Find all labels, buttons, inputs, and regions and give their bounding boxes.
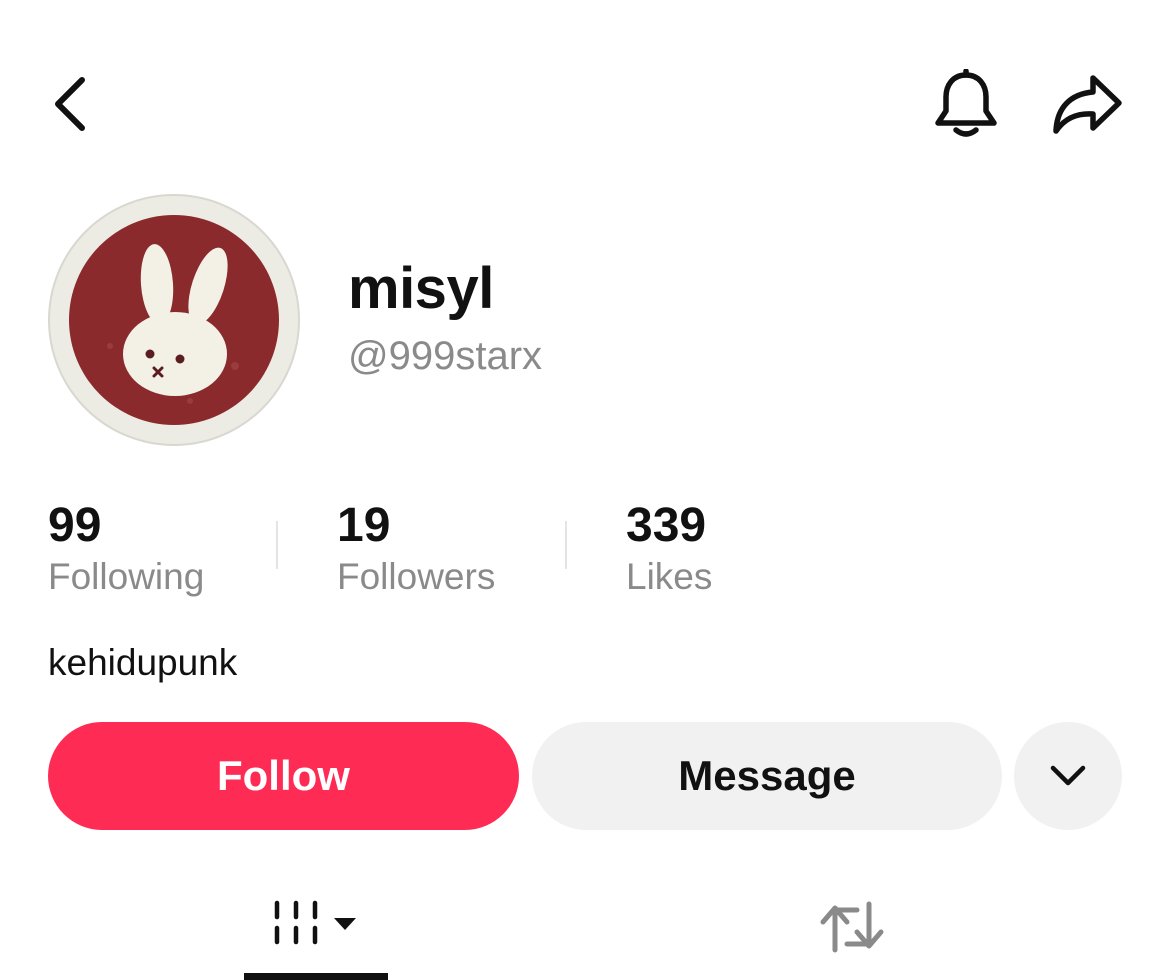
videos-grid-icon — [274, 900, 356, 945]
more-suggestions-button[interactable] — [1014, 722, 1122, 830]
chevron-left-icon — [55, 77, 85, 131]
likes-stat[interactable]: 339 Likes — [626, 500, 712, 599]
following-count: 99 — [48, 499, 102, 552]
share-button[interactable] — [1044, 64, 1130, 144]
following-label: Following — [48, 556, 205, 597]
caret-down-icon — [334, 918, 356, 930]
bunny-avatar-image — [69, 215, 279, 425]
tab-reposts[interactable] — [780, 874, 924, 980]
followers-stat[interactable]: 19 Followers — [337, 500, 495, 599]
tab-videos[interactable] — [244, 874, 388, 980]
display-name: misyl — [348, 256, 494, 321]
likes-count: 339 — [626, 499, 707, 552]
active-tab-indicator — [244, 973, 388, 980]
bio-text: kehidupunk — [48, 642, 238, 683]
follow-button[interactable]: Follow — [48, 722, 519, 830]
repost-icon — [820, 901, 884, 953]
avatar[interactable] — [48, 194, 300, 446]
following-stat[interactable]: 99 Following — [48, 500, 204, 599]
chevron-down-icon — [1050, 765, 1086, 786]
bell-icon — [935, 69, 997, 137]
likes-label: Likes — [626, 556, 713, 597]
followers-label: Followers — [337, 556, 496, 597]
share-arrow-icon — [1053, 75, 1122, 134]
username-handle: @999starx — [348, 334, 543, 378]
stat-divider — [276, 521, 278, 569]
followers-count: 19 — [337, 499, 391, 552]
notification-button[interactable] — [926, 64, 1006, 144]
message-button[interactable]: Message — [532, 722, 1002, 830]
back-button[interactable] — [30, 64, 110, 144]
stat-divider — [565, 521, 567, 569]
